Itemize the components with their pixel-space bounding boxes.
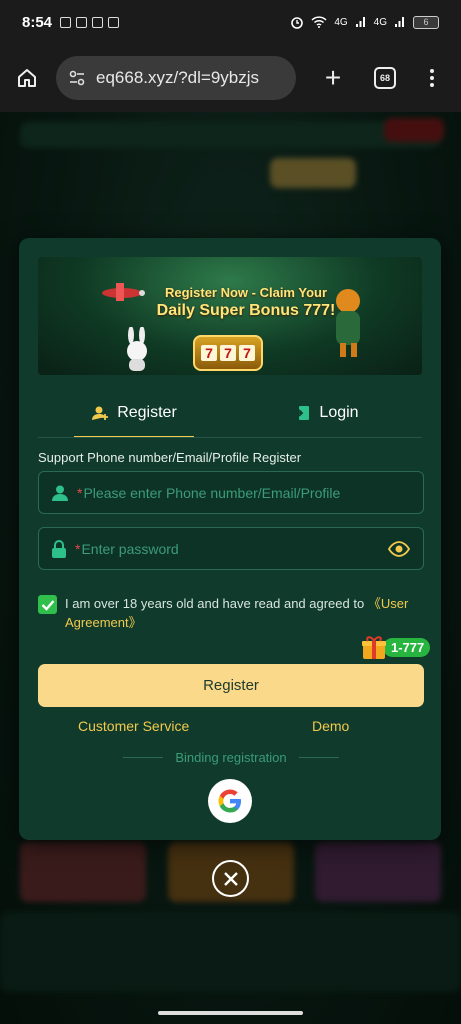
lock-icon (52, 539, 66, 558)
network-label-1: 4G (334, 16, 348, 28)
signal-icon (355, 17, 365, 27)
more-menu-button[interactable] (430, 69, 434, 87)
home-indicator[interactable] (158, 1011, 303, 1015)
app-icon (108, 16, 120, 28)
slot-digit: 7 (239, 345, 255, 361)
required-mark: * (75, 540, 81, 557)
close-icon (223, 871, 238, 886)
banner-title: Register Now - Claim Your Daily Super Bo… (146, 285, 346, 320)
user-icon (52, 485, 68, 501)
tab-login-label: Login (319, 404, 359, 421)
divider-line (298, 757, 339, 758)
gift-icon (362, 636, 386, 659)
google-icon (218, 789, 241, 813)
password-field[interactable]: * (38, 527, 424, 570)
bonus-amount: 1-777 (383, 637, 431, 657)
account-input[interactable] (83, 484, 411, 501)
notification-icons (60, 16, 120, 28)
tab-register[interactable]: Register (38, 388, 230, 438)
tab-login[interactable]: Login (230, 388, 422, 438)
binding-registration: Binding registration (38, 750, 424, 765)
status-bar: 8:54 4G 4G 6 (0, 0, 461, 44)
site-settings-icon[interactable] (68, 69, 86, 87)
divider-line (123, 757, 164, 758)
status-time: 8:54 (22, 13, 53, 31)
system-icons: 4G 4G 6 (290, 15, 439, 29)
battery-icon: 6 (413, 15, 439, 29)
show-password-button[interactable] (387, 537, 411, 561)
signal-icon (395, 17, 404, 27)
agreement-checkbox[interactable] (38, 595, 57, 614)
address-bar[interactable]: eq668.xyz/?dl=9ybzjs (56, 56, 296, 100)
slot-machine: 7 7 7 (193, 335, 263, 371)
alarm-icon (291, 17, 304, 29)
agreement-row: I am over 18 years old and have read and… (38, 594, 424, 632)
agreement-text: I am over 18 years old and have read and… (65, 594, 424, 632)
bunny-mascot-icon (127, 327, 147, 371)
slot-digit: 7 (220, 345, 236, 361)
eye-icon (388, 540, 410, 557)
required-mark: * (77, 484, 83, 501)
tab-divider (38, 437, 422, 438)
network-label-2: 4G (373, 16, 387, 28)
password-input[interactable] (81, 540, 387, 557)
google-signin-button[interactable] (208, 779, 252, 823)
add-user-icon (92, 406, 109, 420)
support-label: Support Phone number/Email/Profile Regis… (38, 450, 302, 465)
slot-digit: 7 (201, 345, 217, 361)
banner-line-2: Daily Super Bonus 777! (156, 302, 336, 319)
notification-icon (60, 16, 72, 28)
url-text: eq668.xyz/?dl=9ybzjs (96, 68, 260, 87)
tab-register-label: Register (117, 404, 177, 421)
binding-label: Binding registration (175, 750, 287, 765)
airplane-icon (102, 283, 145, 301)
promo-banner: Register Now - Claim Your Daily Super Bo… (38, 257, 422, 375)
banner-line-1: Register Now - Claim Your (164, 285, 328, 300)
bonus-badge: 1-777 (361, 634, 431, 660)
facebook-icon (76, 16, 88, 28)
home-button[interactable] (12, 63, 42, 93)
register-button[interactable]: Register (38, 664, 424, 707)
capcut-icon (92, 16, 104, 28)
login-icon (294, 406, 310, 420)
register-modal: Register Now - Claim Your Daily Super Bo… (19, 238, 441, 840)
demo-link[interactable]: Demo (312, 718, 349, 734)
browser-toolbar: eq668.xyz/?dl=9ybzjs + 68 (0, 44, 461, 112)
close-modal-button[interactable] (212, 860, 249, 897)
tiger-mascot-icon (336, 289, 360, 357)
tab-switcher-button[interactable]: 68 (374, 67, 396, 89)
auth-tabs: Register Login (38, 388, 422, 438)
agreement-statement: I am over 18 years old and have read and… (65, 596, 365, 611)
new-tab-button[interactable]: + (318, 62, 348, 94)
home-icon (18, 69, 36, 87)
wifi-icon (311, 16, 327, 28)
check-icon (41, 599, 54, 611)
account-field[interactable]: * (38, 471, 424, 514)
customer-service-link[interactable]: Customer Service (78, 718, 189, 734)
